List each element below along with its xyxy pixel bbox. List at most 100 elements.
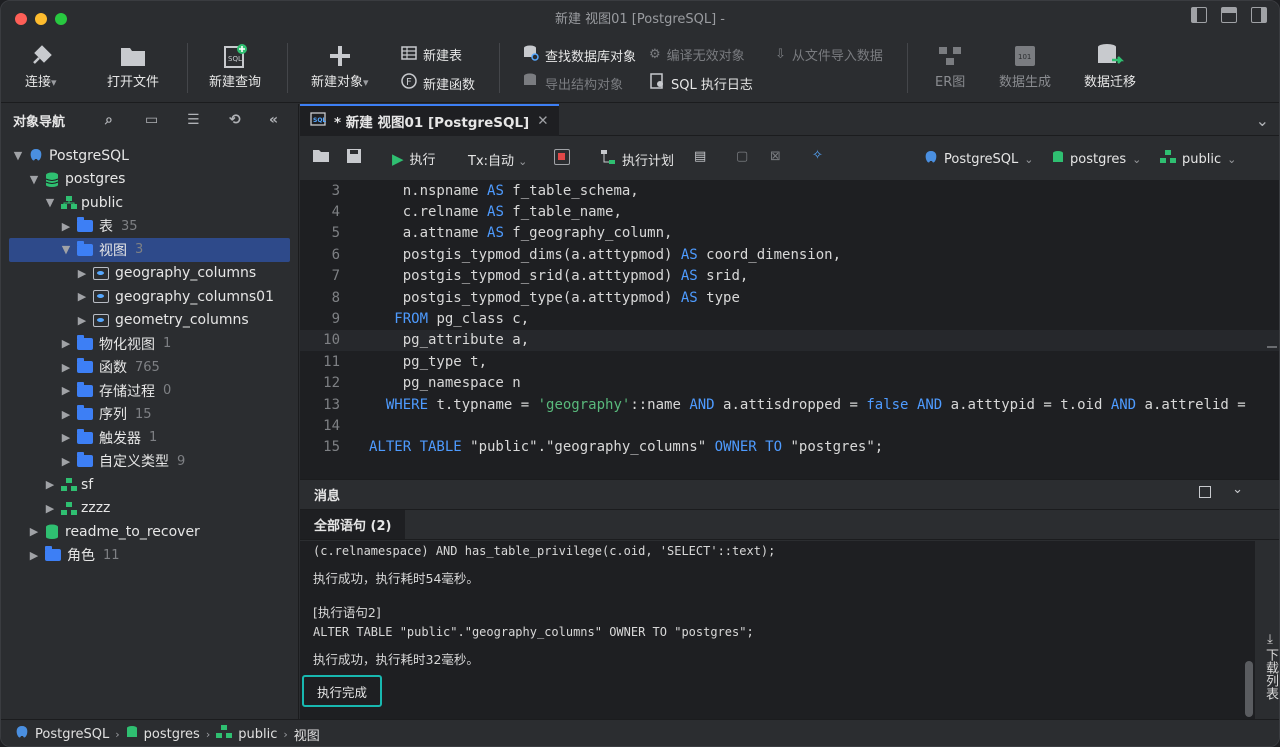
open-file-button[interactable]: 打开文件	[107, 41, 159, 90]
maximize-panel-icon[interactable]	[1199, 486, 1211, 498]
log-line: ALTER TABLE "public"."geography_columns"…	[313, 625, 754, 639]
chevron-right-icon[interactable]: ▶	[59, 337, 73, 350]
new-function-button[interactable]: F 新建函数	[401, 73, 475, 93]
chevron-right-icon[interactable]: ▶	[75, 290, 89, 303]
tree-node-sf[interactable]: ▶ sf	[1, 473, 298, 497]
sql-log-button[interactable]: SQL 执行日志	[649, 73, 753, 93]
tree-node-view[interactable]: ▶ geography_columns	[1, 262, 298, 286]
scrollbar-thumb[interactable]	[1245, 661, 1253, 717]
editor-toolbar: ▶ 执行 Tx:自动 ⌄ 执行计划 ▤ ▢ ⊠ ✧ PostgreSQL ⌄ po…	[300, 136, 1279, 180]
chevron-down-icon[interactable]: ▼	[11, 149, 25, 162]
new-query-button[interactable]: SQL 新建查询	[209, 41, 261, 90]
export-icon[interactable]: ▤	[694, 149, 706, 164]
search-icon[interactable]: ⌕	[105, 112, 113, 128]
chevron-right-icon[interactable]: ▶	[59, 361, 73, 374]
code-area[interactable]: 3 n.nspname AS f_table_schema, 4 c.relnam…	[300, 180, 1279, 478]
play-icon: ▶	[392, 149, 404, 168]
tree-node-readme[interactable]: ▶ readme_to_recover	[1, 520, 298, 544]
tree-node-sequences[interactable]: ▶ 序列 15	[1, 403, 298, 427]
find-db-object-button[interactable]: 查找数据库对象	[523, 45, 636, 65]
chevron-right-icon[interactable]: ▶	[59, 408, 73, 421]
line-number: 11	[323, 353, 340, 370]
collapse-panel-icon[interactable]: «	[269, 112, 278, 128]
chevron-right-icon[interactable]: ▶	[27, 549, 41, 562]
tree-node-views[interactable]: ▼ 视图 3	[9, 238, 290, 262]
sql-file-icon: SQL	[222, 41, 248, 71]
tree-node-postgres[interactable]: ▼ postgres	[1, 168, 298, 192]
chevron-down-icon[interactable]: ▼	[59, 243, 73, 256]
uncomment-icon[interactable]: ⊠	[770, 149, 781, 164]
tab-all-statements[interactable]: 全部语句 (2)	[300, 510, 406, 539]
tree-node-custom-types[interactable]: ▶ 自定义类型 9	[1, 450, 298, 474]
tx-mode-select[interactable]: Tx:自动 ⌄	[468, 150, 527, 169]
breadcrumb-database[interactable]: postgres	[144, 727, 200, 742]
zoom-window-button[interactable]	[55, 13, 67, 25]
new-folder-icon[interactable]: ▭	[145, 112, 158, 128]
stop-icon[interactable]	[554, 149, 570, 165]
close-window-button[interactable]	[15, 13, 27, 25]
breadcrumb-schema[interactable]: public	[238, 727, 277, 742]
er-diagram-button[interactable]: ER图	[935, 41, 965, 90]
download-list-button[interactable]: ⤓ 下载列表	[1259, 632, 1279, 700]
schema-icon	[1160, 150, 1176, 168]
tree-node-public[interactable]: ▼ public	[1, 191, 298, 215]
save-icon[interactable]	[346, 148, 362, 168]
message-panel: 消息 ⌄ 全部语句 (2) (c.relnamespace) AND has_t…	[300, 479, 1279, 719]
tree-node-zzzz[interactable]: ▶ zzzz	[1, 497, 298, 521]
locate-icon[interactable]: ⟲	[229, 112, 241, 128]
breadcrumb-connection[interactable]: PostgreSQL	[35, 727, 109, 742]
tree-node-procedures[interactable]: ▶ 存储过程 0	[1, 379, 298, 403]
tree-node-functions[interactable]: ▶ 函数 765	[1, 356, 298, 380]
explain-plan-button[interactable]: 执行计划	[600, 149, 674, 169]
export-structure-button[interactable]: 导出结构对象	[523, 73, 623, 93]
collapse-panel-icon[interactable]: ⌄	[1232, 482, 1243, 497]
code-line: 10 pg_attribute a,	[300, 329, 1279, 352]
toggle-left-panel-icon[interactable]	[1191, 7, 1207, 23]
import-from-file-button[interactable]: ⇩ 从文件导入数据	[775, 45, 883, 64]
tree-node-view[interactable]: ▶ geography_columns01	[1, 285, 298, 309]
breadcrumb-item[interactable]: 视图	[294, 725, 320, 744]
chevron-right-icon[interactable]: ▶	[27, 525, 41, 538]
chevron-right-icon[interactable]: ▶	[75, 267, 89, 280]
db-migrate-icon	[1096, 41, 1124, 71]
chevron-right-icon[interactable]: ▶	[43, 478, 57, 491]
chevron-down-icon[interactable]: ▼	[27, 173, 41, 186]
data-gen-button[interactable]: 101 数据生成	[999, 41, 1051, 90]
tree-node-postgresql[interactable]: ▼ PostgreSQL	[1, 144, 298, 168]
connection-select[interactable]: PostgreSQL ⌄	[924, 150, 1033, 169]
chevron-down-icon[interactable]: ▼	[43, 196, 57, 209]
chevron-right-icon[interactable]: ▶	[75, 314, 89, 327]
new-object-button[interactable]: 新建对象▾	[311, 41, 369, 90]
data-migrate-button[interactable]: 数据迁移	[1084, 41, 1136, 90]
tree-count: 15	[135, 406, 152, 422]
tree-node-view[interactable]: ▶ geometry_columns	[1, 309, 298, 333]
code-text: c.relname AS f_table_name,	[369, 204, 622, 221]
compile-invalid-button[interactable]: ⚙ 编译无效对象	[649, 45, 745, 64]
schema-select[interactable]: public ⌄	[1160, 150, 1236, 168]
comment-icon[interactable]: ▢	[736, 149, 748, 164]
chevron-right-icon[interactable]: ▶	[59, 431, 73, 444]
chevron-right-icon[interactable]: ▶	[43, 502, 57, 515]
chevron-down-icon[interactable]: ⌄	[1256, 111, 1269, 130]
run-button[interactable]: ▶ 执行	[392, 149, 436, 169]
database-select[interactable]: postgres ⌄	[1052, 150, 1141, 168]
chevron-right-icon[interactable]: ▶	[59, 455, 73, 468]
toggle-bottom-panel-icon[interactable]	[1221, 7, 1237, 23]
tab-new-view[interactable]: SQL * 新建 视图01 [PostgreSQL] ✕	[300, 103, 559, 136]
tree-node-mat-views[interactable]: ▶ 物化视图 1	[1, 332, 298, 356]
tree-node-triggers[interactable]: ▶ 触发器 1	[1, 426, 298, 450]
chevron-right-icon[interactable]: ▶	[59, 220, 73, 233]
new-table-button[interactable]: 新建表	[401, 45, 462, 64]
chevron-right-icon[interactable]: ▶	[59, 384, 73, 397]
filter-icon[interactable]: ☰	[187, 112, 200, 128]
tree-node-tables[interactable]: ▶ 表 35	[1, 215, 298, 239]
schema-label: public	[1182, 151, 1222, 167]
connect-button[interactable]: 连接▾	[25, 41, 57, 90]
toggle-right-panel-icon[interactable]	[1251, 7, 1267, 23]
magic-wand-icon[interactable]: ✧	[812, 148, 823, 163]
open-folder-icon[interactable]	[312, 148, 330, 167]
tree-node-roles[interactable]: ▶ 角色 11	[1, 544, 298, 568]
folder-icon	[45, 546, 61, 562]
close-tab-icon[interactable]: ✕	[537, 113, 548, 129]
minimize-window-button[interactable]	[35, 13, 47, 25]
